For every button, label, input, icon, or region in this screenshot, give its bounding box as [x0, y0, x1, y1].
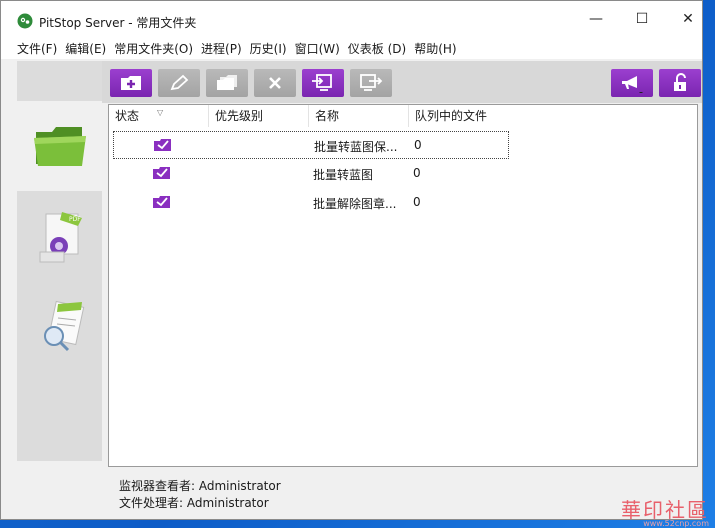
add-button[interactable] [110, 69, 152, 97]
minimize-button[interactable]: — [573, 1, 619, 37]
column-header-status[interactable]: 状态 ▽ [109, 105, 209, 127]
menu-process[interactable]: 进程(P) [201, 40, 250, 57]
sidebar-tab-reports[interactable] [17, 283, 102, 373]
sidebar: PDF [17, 61, 102, 461]
active-checkbox-icon [154, 139, 171, 151]
pitstop-server-window: PitStop Server - 常用文件夹 — ☐ ✕ 文件(F) 编辑(E)… [0, 0, 703, 520]
export-icon [360, 74, 383, 91]
toolbar [102, 61, 702, 103]
pdf-process-icon: PDF [39, 212, 82, 263]
menu-history[interactable]: 历史(I) [250, 40, 295, 57]
table-row[interactable]: 批量解除图章... 0 [113, 189, 509, 217]
watermark-url: www.52cnp.com [643, 519, 709, 528]
unlock-icon [674, 73, 686, 91]
import-button[interactable] [302, 69, 344, 97]
edit-pencil-icon [170, 74, 189, 91]
close-icon: ✕ [682, 11, 694, 27]
menu-edit[interactable]: 编辑(E) [65, 40, 114, 57]
row-queued-count: 0 [414, 138, 422, 152]
column-header-name[interactable]: 名称 [309, 105, 409, 127]
duplicate-folder-icon [217, 75, 237, 90]
menu-dashboard[interactable]: 仪表板 (D) [348, 40, 414, 57]
maximize-icon: ☐ [635, 11, 649, 27]
menu-window[interactable]: 窗口(W) [295, 40, 348, 57]
favorites-folder-icon [33, 127, 86, 166]
row-queued-count: 0 [413, 166, 421, 180]
row-name: 批量解除图章... [313, 197, 397, 211]
favorites-list: 状态 ▽ 优先级别 名称 队列中的文件 批量转蓝图保... 0 批量转蓝图 0 … [108, 104, 698, 467]
column-header-priority[interactable]: 优先级别 [209, 105, 309, 127]
svg-text:PDF: PDF [69, 216, 81, 223]
row-queued-count: 0 [413, 195, 421, 209]
sort-indicator-icon: ▽ [157, 108, 164, 117]
import-icon [312, 74, 332, 91]
table-row[interactable]: 批量转蓝图保... 0 [113, 131, 509, 159]
title-bar: PitStop Server - 常用文件夹 — ☐ ✕ [1, 1, 702, 37]
edit-button[interactable] [158, 69, 200, 97]
minimize-icon: — [589, 11, 603, 27]
delete-x-icon [269, 77, 281, 89]
duplicate-button[interactable] [206, 69, 248, 97]
table-row[interactable]: 批量转蓝图 0 [113, 160, 509, 188]
menu-favorites[interactable]: 常用文件夹(O) [114, 40, 201, 57]
report-search-icon [43, 300, 84, 352]
close-button[interactable]: ✕ [665, 1, 711, 37]
pitstop-app-icon [17, 13, 33, 29]
active-checkbox-icon [153, 196, 170, 208]
menu-bar: 文件(F) 编辑(E) 常用文件夹(O) 进程(P) 历史(I) 窗口(W) 仪… [1, 37, 702, 59]
unlock-button[interactable] [659, 69, 701, 97]
export-button[interactable] [350, 69, 392, 97]
row-name: 批量转蓝图 [313, 168, 374, 182]
active-checkbox-icon [153, 167, 170, 179]
menu-file[interactable]: 文件(F) [1, 40, 65, 57]
monitor-viewer-label: 监视器查看者: Administrator [119, 479, 281, 493]
column-header-queued-files[interactable]: 队列中的文件 [409, 105, 509, 127]
row-name: 批量转蓝图保... [314, 140, 398, 154]
announce-button[interactable] [611, 69, 653, 97]
window-title: PitStop Server - 常用文件夹 [39, 16, 197, 30]
add-folder-icon [121, 76, 141, 90]
megaphone-icon [622, 76, 643, 93]
delete-button[interactable] [254, 69, 296, 97]
sidebar-tab-process[interactable]: PDF [17, 193, 102, 283]
maximize-button[interactable]: ☐ [619, 1, 665, 37]
watermark: 華印社區 www.52cnp.com [583, 494, 713, 528]
sidebar-tab-favorites[interactable] [17, 101, 102, 191]
menu-help[interactable]: 帮助(H) [414, 40, 464, 57]
file-processor-label: 文件处理者: Administrator [119, 496, 269, 510]
